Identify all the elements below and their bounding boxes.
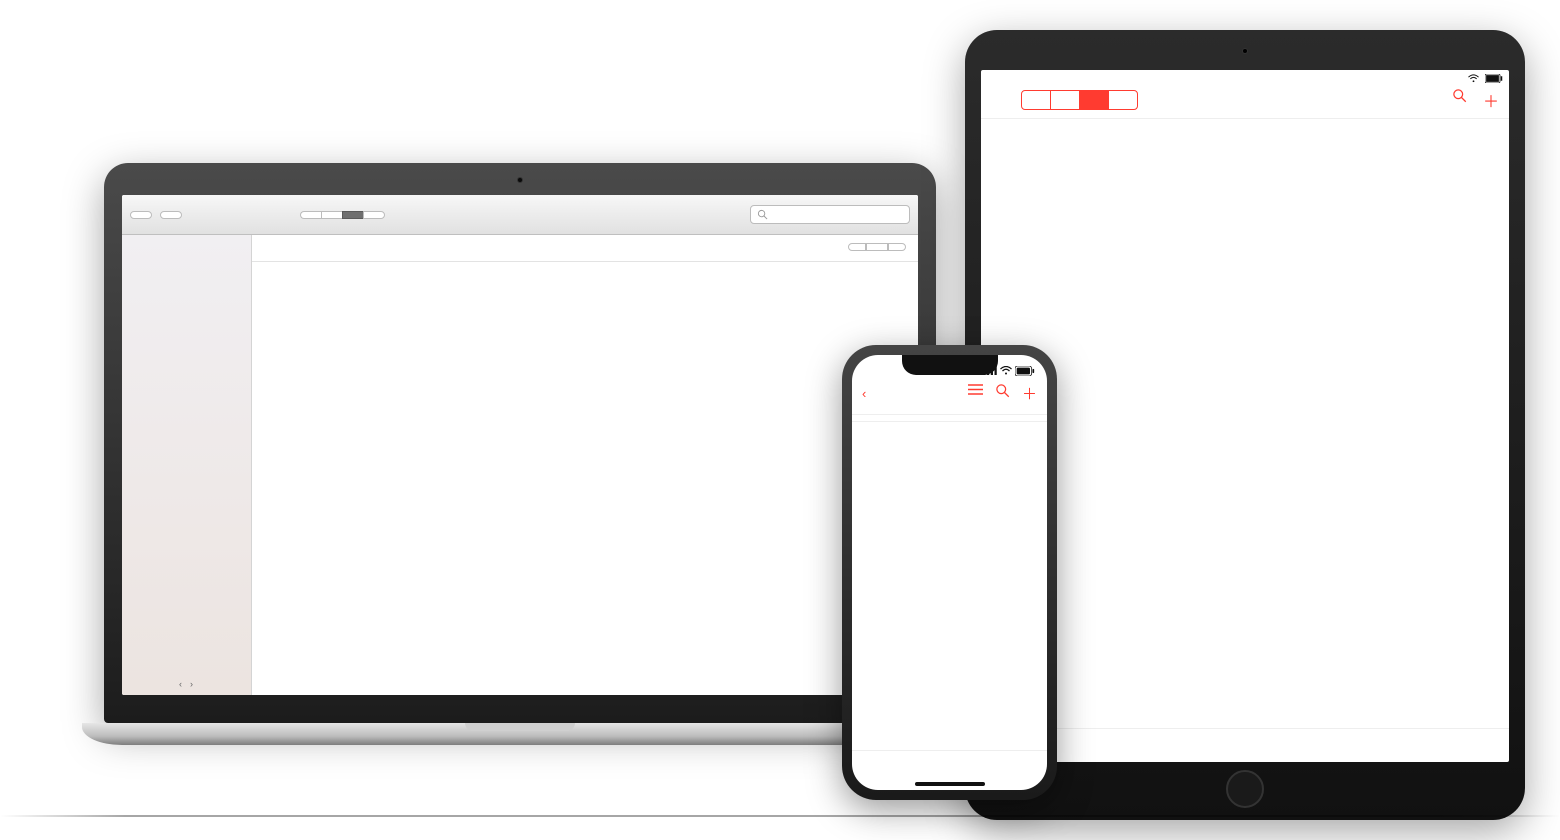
ipad-calendar-app: ＋ [981,70,1509,762]
mac-header [252,235,918,255]
list-view-icon[interactable] [968,383,983,404]
mini-prev-icon[interactable]: ‹ [179,679,182,689]
sidebar-other-label [122,241,251,247]
macbook-bezel: ‹ › [104,163,936,723]
macbook-base [82,723,957,745]
wifi-icon [1468,74,1479,83]
ipad-footer [981,728,1509,762]
view-week-button[interactable] [1051,91,1080,109]
mini-next-icon[interactable]: › [190,679,193,689]
macbook-camera-icon [517,177,523,183]
view-day-button[interactable] [1022,91,1051,109]
month-grid[interactable] [252,262,918,695]
add-icon[interactable]: ＋ [1483,88,1499,112]
today-button[interactable] [866,243,888,251]
iphone-calendar-app: ‹ ＋ [852,355,1047,790]
add-icon[interactable]: ＋ [1022,383,1037,404]
next-month-button[interactable] [888,243,906,251]
day-header-row [252,255,918,262]
view-month-button[interactable] [1080,91,1109,109]
iphone-notch-icon [902,355,998,375]
search-icon[interactable] [995,383,1010,404]
home-bar-icon[interactable] [915,782,985,786]
view-month-button[interactable] [342,211,363,219]
mac-calendar-app: ‹ › [122,195,918,695]
view-year-button[interactable] [363,211,385,219]
add-calendar-button[interactable] [160,211,182,219]
month-label-oct [852,417,1047,419]
ipad-home-button-icon[interactable] [1226,770,1264,808]
view-day-button[interactable] [300,211,321,219]
battery-icon [1015,366,1035,376]
view-week-button[interactable] [321,211,342,219]
ipad-header: ＋ [981,86,1509,119]
prev-month-button[interactable] [848,243,866,251]
mac-toolbar [122,195,918,235]
mini-calendar[interactable]: ‹ › [128,679,245,689]
wifi-icon [1000,366,1012,375]
view-segment [300,211,385,219]
table-shadow [0,815,1560,817]
calendars-button[interactable] [130,211,152,219]
search-icon[interactable] [1452,88,1467,112]
month-label-nov [852,424,1047,426]
view-segment [1021,90,1138,110]
search-icon [757,209,768,220]
mac-sidebar: ‹ › [122,235,252,695]
back-button[interactable]: ‹ [862,386,866,401]
view-year-button[interactable] [1109,91,1137,109]
iphone-topbar: ‹ ＋ [852,381,1047,408]
ipad-camera-icon [1242,48,1248,54]
iphone-device: ‹ ＋ [842,345,1057,800]
mac-main [252,235,918,695]
day-header-row [852,408,1047,412]
battery-icon [1485,74,1503,83]
search-input[interactable] [750,205,910,224]
ipad-status-bar [981,70,1509,86]
macbook-device: ‹ › [82,163,957,745]
month-grid[interactable] [981,125,1509,728]
